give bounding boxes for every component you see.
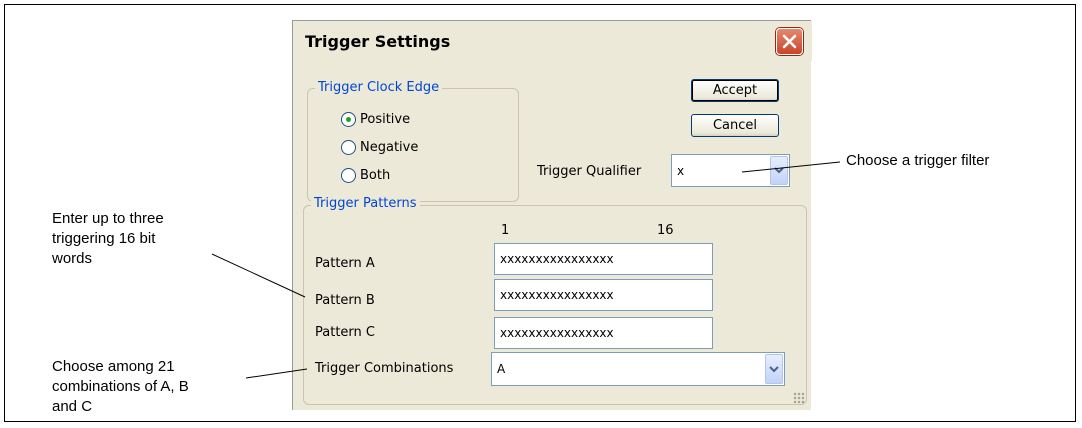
callout-line-patterns — [211, 253, 306, 298]
callout-lines — [211, 161, 841, 379]
callout-line-filter — [741, 161, 841, 173]
callout-line-combinations — [245, 368, 308, 379]
